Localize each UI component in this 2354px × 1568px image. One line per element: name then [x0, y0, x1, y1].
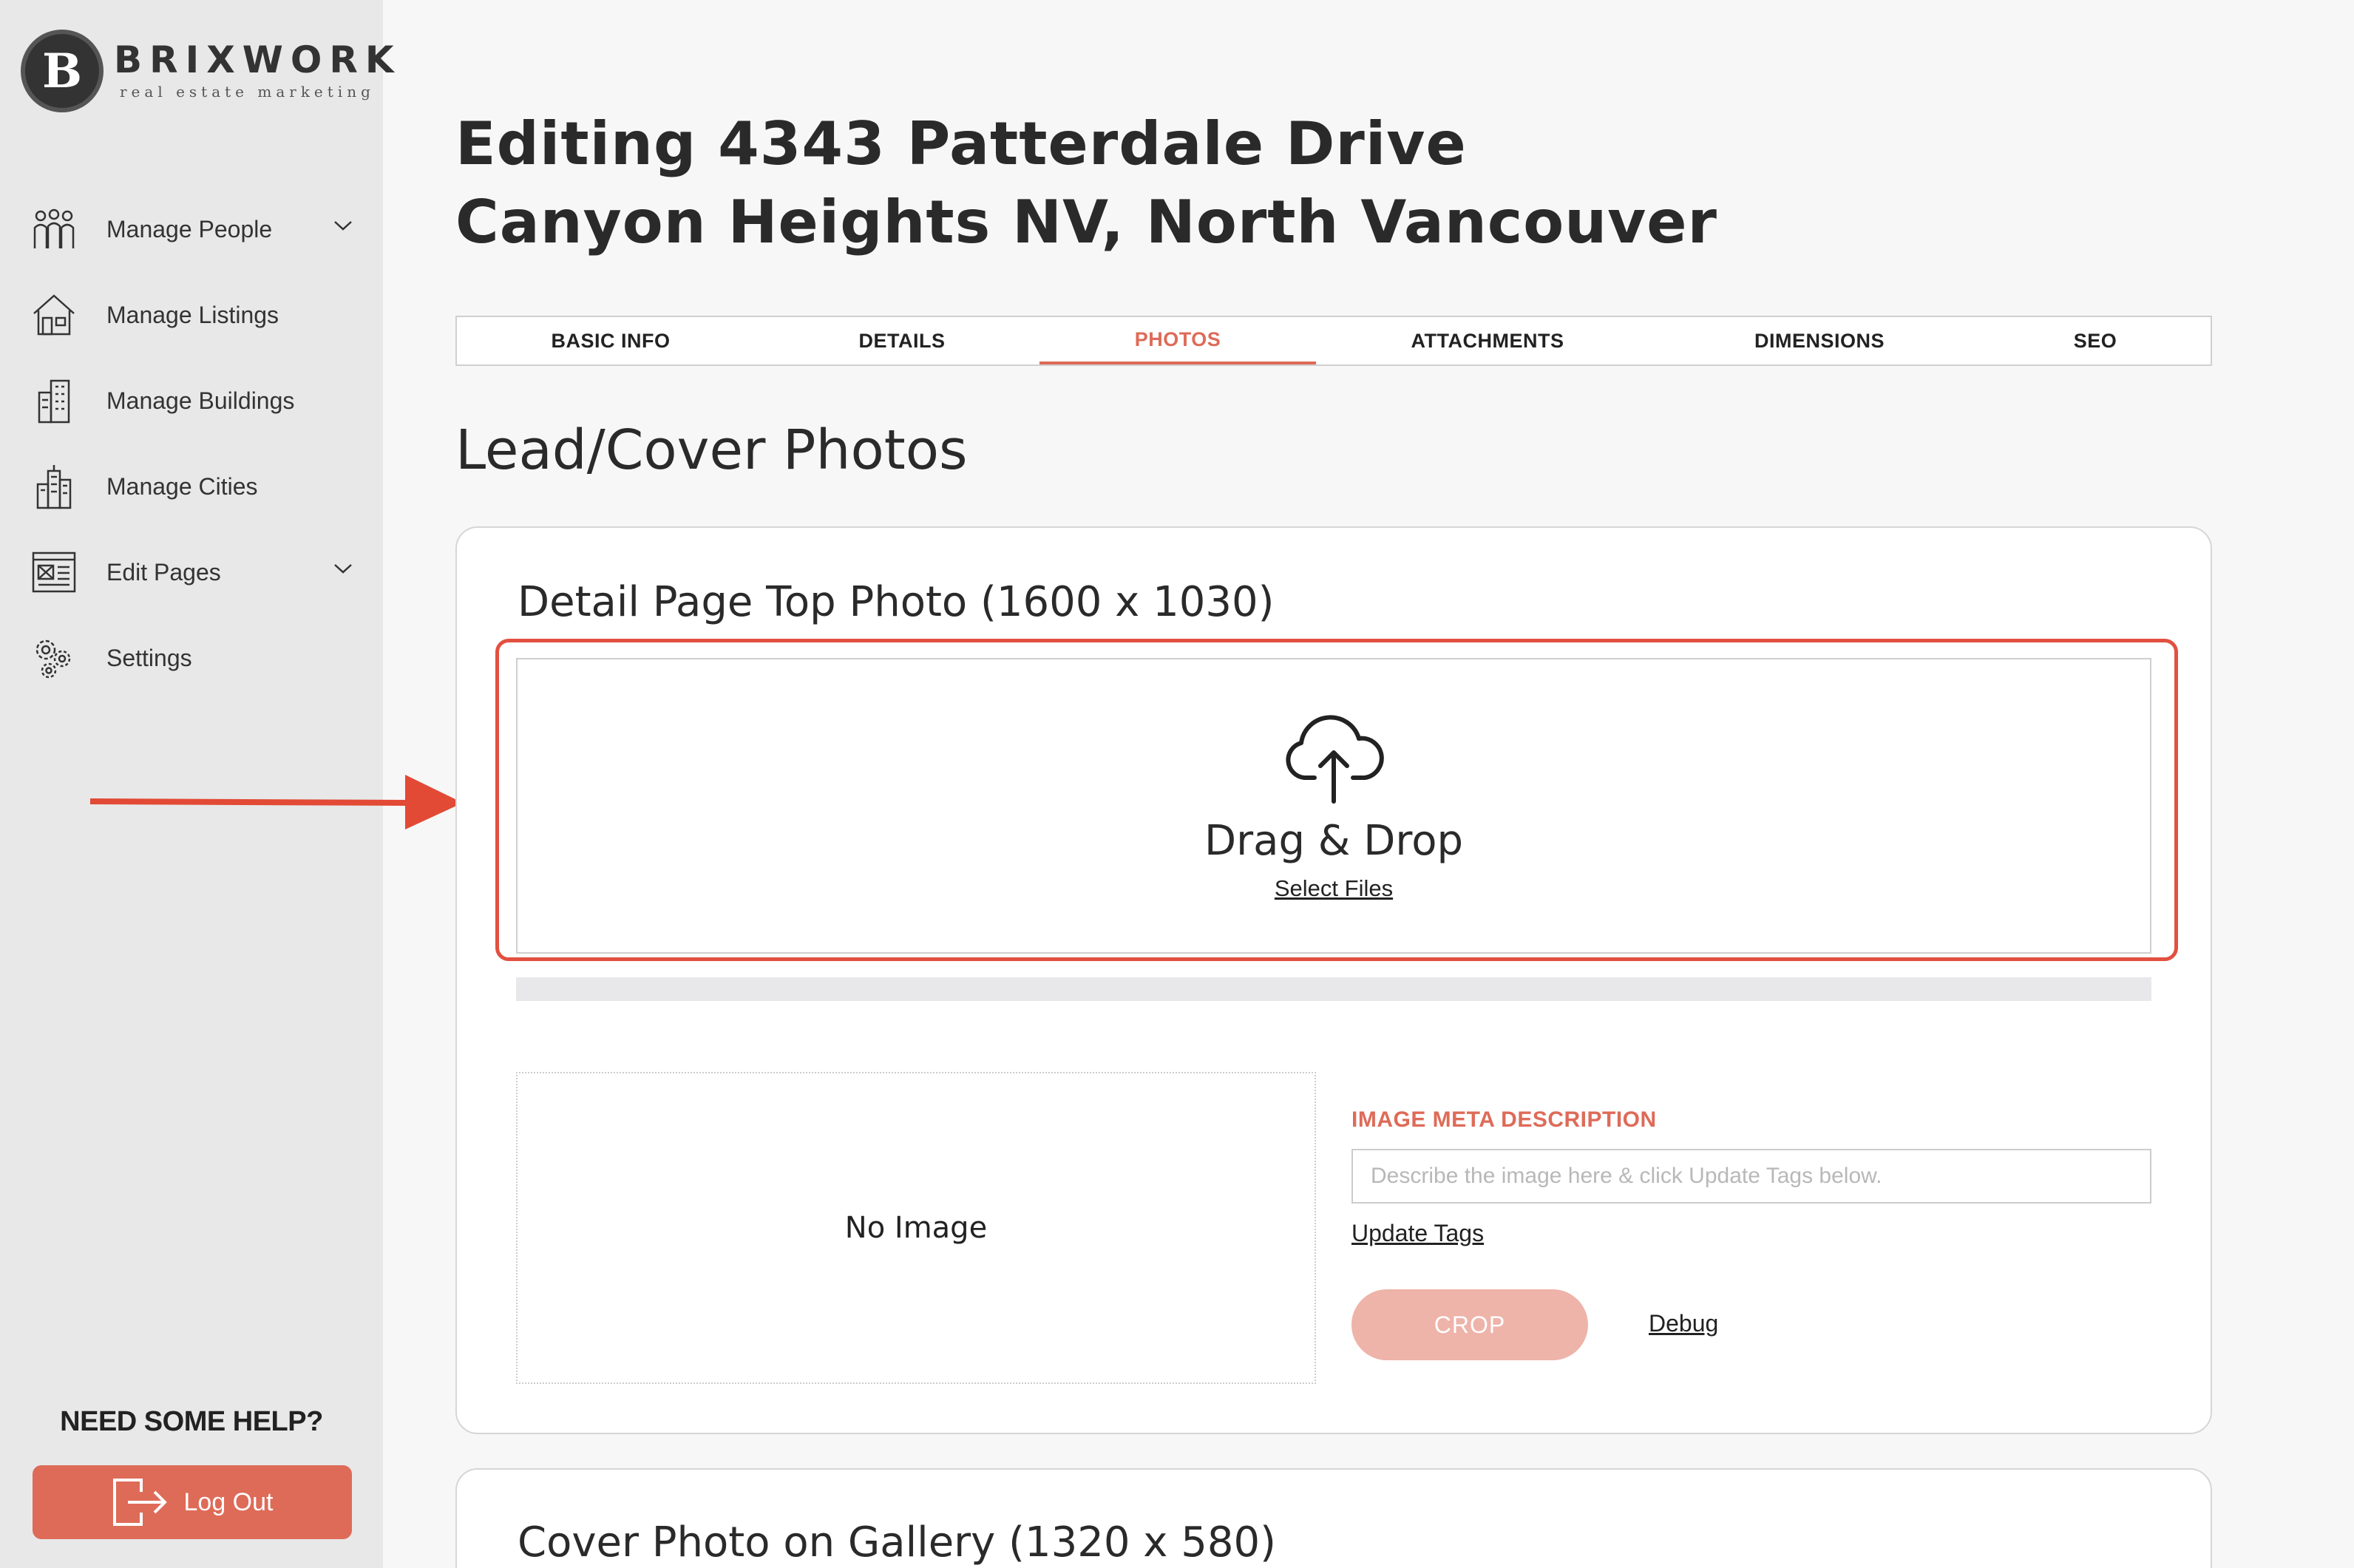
- dropzone-title: Drag & Drop: [1204, 817, 1463, 865]
- tab-attachments[interactable]: ATTACHMENTS: [1316, 317, 1659, 364]
- sidebar-item-label: Settings: [106, 644, 192, 671]
- sidebar-item-edit-pages[interactable]: Edit Pages: [0, 529, 383, 615]
- tab-bar: BASIC INFO DETAILS PHOTOS ATTACHMENTS DI…: [455, 316, 2212, 366]
- brand-tagline: real estate marketing: [120, 83, 375, 101]
- sidebar-item-manage-listings[interactable]: Manage Listings: [0, 272, 383, 358]
- sidebar-item-label: Manage Cities: [106, 472, 258, 500]
- logout-button[interactable]: Log Out: [33, 1465, 352, 1539]
- annotation-arrow: [89, 775, 463, 829]
- sidebar-item-manage-cities[interactable]: Manage Cities: [0, 444, 383, 529]
- sidebar-item-label: Manage Listings: [106, 301, 279, 328]
- select-files-link[interactable]: Select Files: [1275, 875, 1393, 902]
- photo-dropzone[interactable]: Drag & Drop Select Files: [516, 658, 2151, 954]
- gallery-photo-card: Cover Photo on Gallery (1320 x 580): [455, 1468, 2212, 1568]
- debug-link[interactable]: Debug: [1649, 1310, 1718, 1337]
- card-title: Cover Photo on Gallery (1320 x 580): [518, 1518, 1276, 1567]
- tab-photos[interactable]: PHOTOS: [1039, 317, 1316, 364]
- logout-label: Log Out: [183, 1487, 274, 1516]
- cloud-upload-icon: [1282, 710, 1385, 810]
- page-icon: [30, 548, 78, 597]
- city-icon: [30, 462, 78, 511]
- chevron-down-icon[interactable]: [333, 219, 353, 236]
- brand-logo[interactable]: B BRIXWORK real estate marketing: [21, 30, 401, 112]
- people-icon: [30, 205, 78, 254]
- update-tags-link[interactable]: Update Tags: [1351, 1220, 1484, 1247]
- tab-dimensions[interactable]: DIMENSIONS: [1659, 317, 1980, 364]
- sidebar-item-label: Manage Buildings: [106, 387, 295, 414]
- page-title-line1: Editing 4343 Patterdale Drive: [455, 109, 1467, 178]
- brand-name: BRIXWORK: [114, 38, 401, 81]
- tab-seo[interactable]: SEO: [1980, 317, 2211, 364]
- tab-basic-info[interactable]: BASIC INFO: [457, 317, 764, 364]
- logo-mark: B: [21, 30, 104, 112]
- sidebar-item-manage-buildings[interactable]: Manage Buildings: [0, 358, 383, 444]
- logout-icon: [112, 1479, 167, 1526]
- chevron-down-icon[interactable]: [333, 562, 353, 579]
- sidebar-item-label: Manage People: [106, 215, 273, 242]
- no-image-text: No Image: [844, 1211, 988, 1245]
- card-title: Detail Page Top Photo (1600 x 1030): [518, 578, 1275, 626]
- sidebar-item-settings[interactable]: Settings: [0, 615, 383, 701]
- sidebar-item-label: Edit Pages: [106, 558, 221, 586]
- tab-details[interactable]: DETAILS: [764, 317, 1039, 364]
- image-preview: No Image: [516, 1072, 1316, 1384]
- building-icon: [30, 376, 78, 425]
- page-title: Editing 4343 Patterdale Drive Canyon Hei…: [455, 105, 1717, 262]
- help-heading: NEED SOME HELP?: [60, 1406, 323, 1437]
- upload-progress-bar: [516, 977, 2151, 1001]
- sidebar-item-manage-people[interactable]: Manage People: [0, 186, 383, 272]
- section-title: Lead/Cover Photos: [455, 418, 968, 482]
- gear-icon: [30, 634, 78, 682]
- detail-photo-card: Detail Page Top Photo (1600 x 1030) Drag…: [455, 526, 2212, 1434]
- meta-description-label: IMAGE META DESCRIPTION: [1351, 1107, 1657, 1132]
- house-icon: [30, 291, 78, 339]
- crop-button[interactable]: CROP: [1351, 1289, 1588, 1360]
- sidebar-nav: Manage People Manage Listings Manage Bui…: [0, 186, 383, 701]
- page-title-line2: Canyon Heights NV, North Vancouver: [455, 188, 1718, 257]
- meta-description-input[interactable]: [1351, 1149, 2151, 1204]
